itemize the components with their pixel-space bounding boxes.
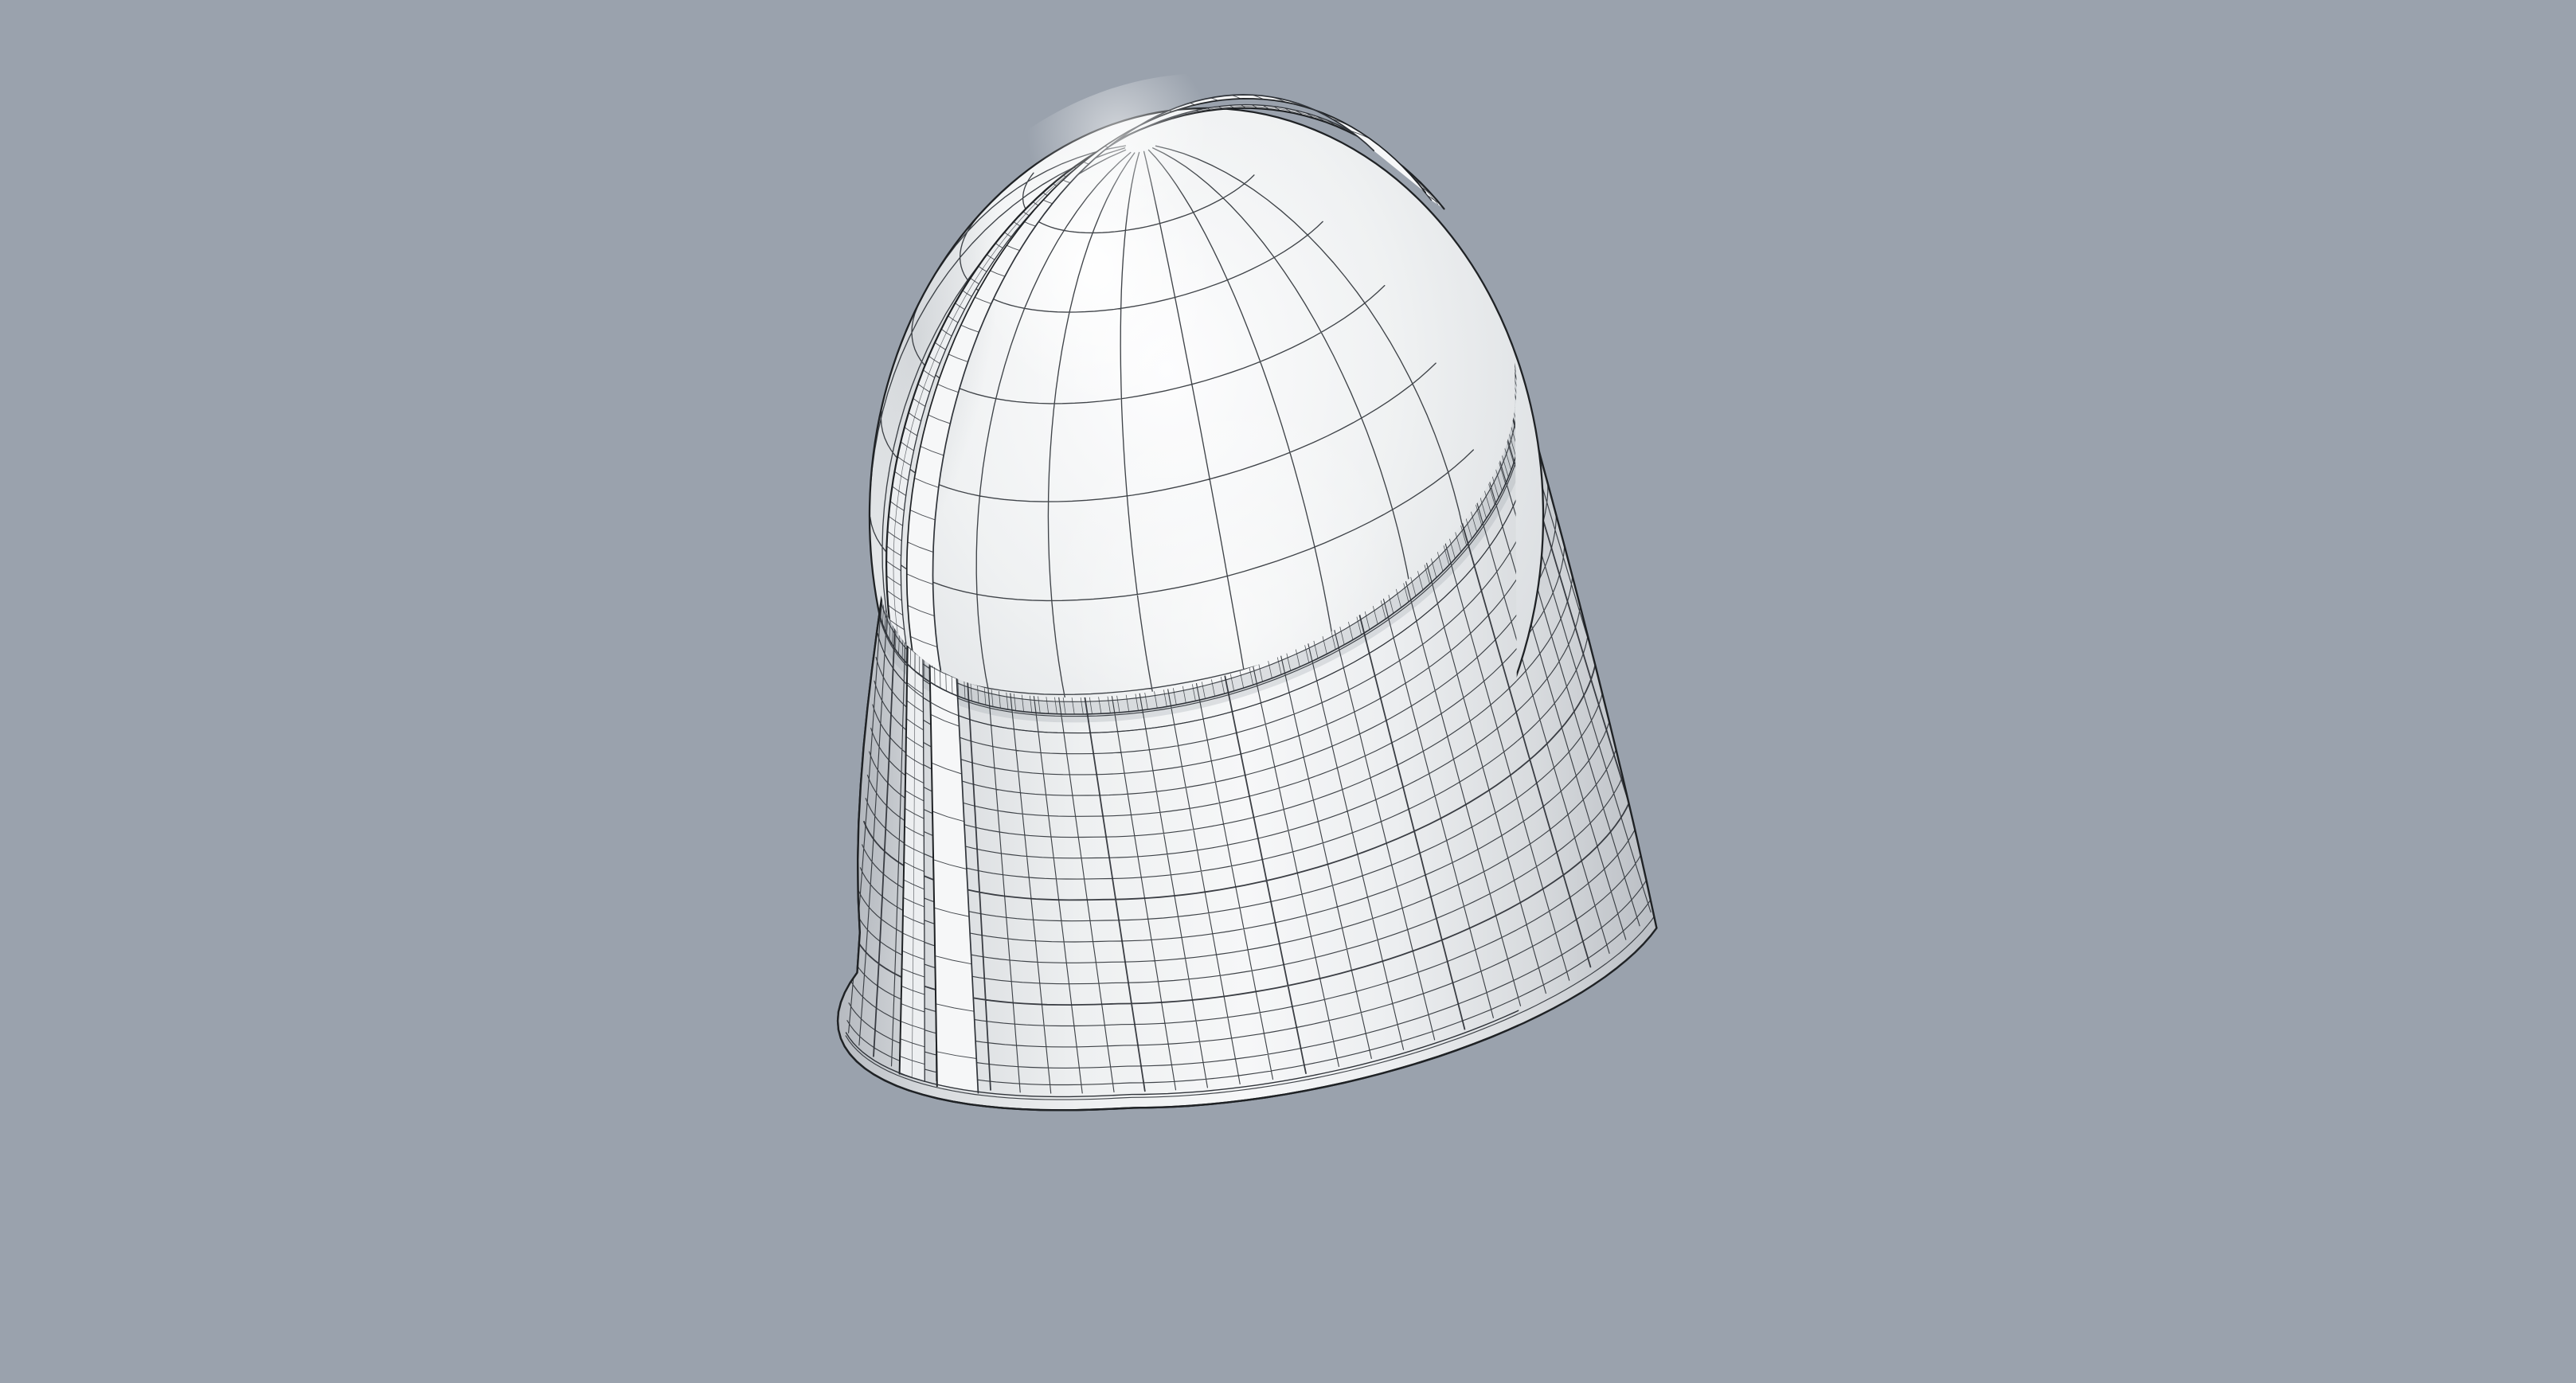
cad-viewport[interactable] (0, 0, 2576, 1383)
viewport-canvas[interactable] (0, 0, 2576, 1383)
